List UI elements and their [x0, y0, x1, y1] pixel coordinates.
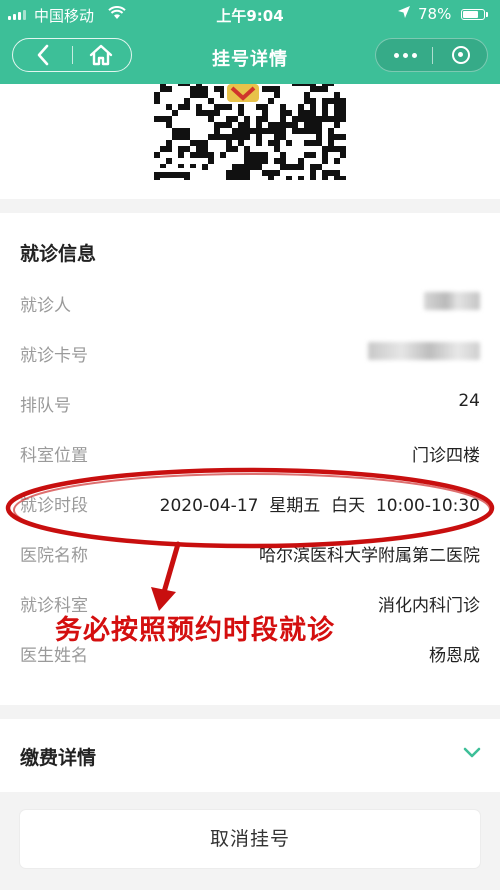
info-value: 2020-04-17 星期五 白天 10:00-10:30 — [159, 496, 480, 516]
fee-details-title: 缴费详情 — [20, 747, 97, 769]
nav-bar: 挂号详情 — [0, 30, 500, 84]
info-value: 24 — [458, 391, 480, 411]
info-row-queue-number: 排队号 24 — [20, 387, 480, 419]
info-label: 科室位置 — [20, 446, 88, 466]
info-row-patient: 就诊人 — [20, 287, 480, 319]
info-value: 杨恩成 — [429, 646, 480, 666]
annotation-text: 务必按照预约时段就诊 — [55, 615, 335, 646]
qr-code-image — [152, 84, 348, 180]
info-row-time-slot: 就诊时段 2020-04-17 星期五 白天 10:00-10:30 — [20, 487, 480, 519]
info-label: 就诊人 — [20, 296, 71, 316]
info-row-location: 科室位置 门诊四楼 — [20, 437, 480, 469]
close-miniprogram-button[interactable] — [438, 39, 484, 71]
info-row-hospital: 医院名称 哈尔滨医科大学附属第二医院 — [20, 537, 480, 569]
info-label: 就诊卡号 — [20, 346, 88, 366]
info-label: 就诊时段 — [20, 496, 88, 516]
patient-name-redacted — [424, 291, 480, 311]
battery-icon — [461, 9, 488, 20]
section-header: 就诊信息 — [20, 243, 97, 265]
info-value: 消化内科门诊 — [378, 596, 480, 616]
more-dots-icon — [393, 52, 417, 58]
info-label: 排队号 — [20, 396, 71, 416]
miniprogram-close-icon — [452, 46, 470, 64]
fee-details-card[interactable]: 缴费详情 — [0, 719, 500, 792]
annotation-arrow — [151, 541, 181, 611]
card-number-redacted — [368, 341, 480, 361]
cancel-registration-button[interactable]: 取消挂号 — [20, 810, 480, 868]
info-label: 医院名称 — [20, 546, 88, 566]
battery-percent: 78% — [418, 5, 452, 23]
qr-card — [0, 84, 500, 199]
nav-right-capsule — [375, 38, 488, 72]
info-row-card-number: 就诊卡号 — [20, 337, 480, 369]
info-value: 门诊四楼 — [412, 446, 480, 466]
chevron-down-icon[interactable] — [462, 746, 482, 760]
info-value: 哈尔滨医科大学附属第二医院 — [259, 546, 480, 566]
more-button[interactable] — [382, 39, 428, 71]
status-bar: 中国移动 上午9:04 78% — [0, 0, 500, 30]
location-icon — [397, 5, 411, 23]
